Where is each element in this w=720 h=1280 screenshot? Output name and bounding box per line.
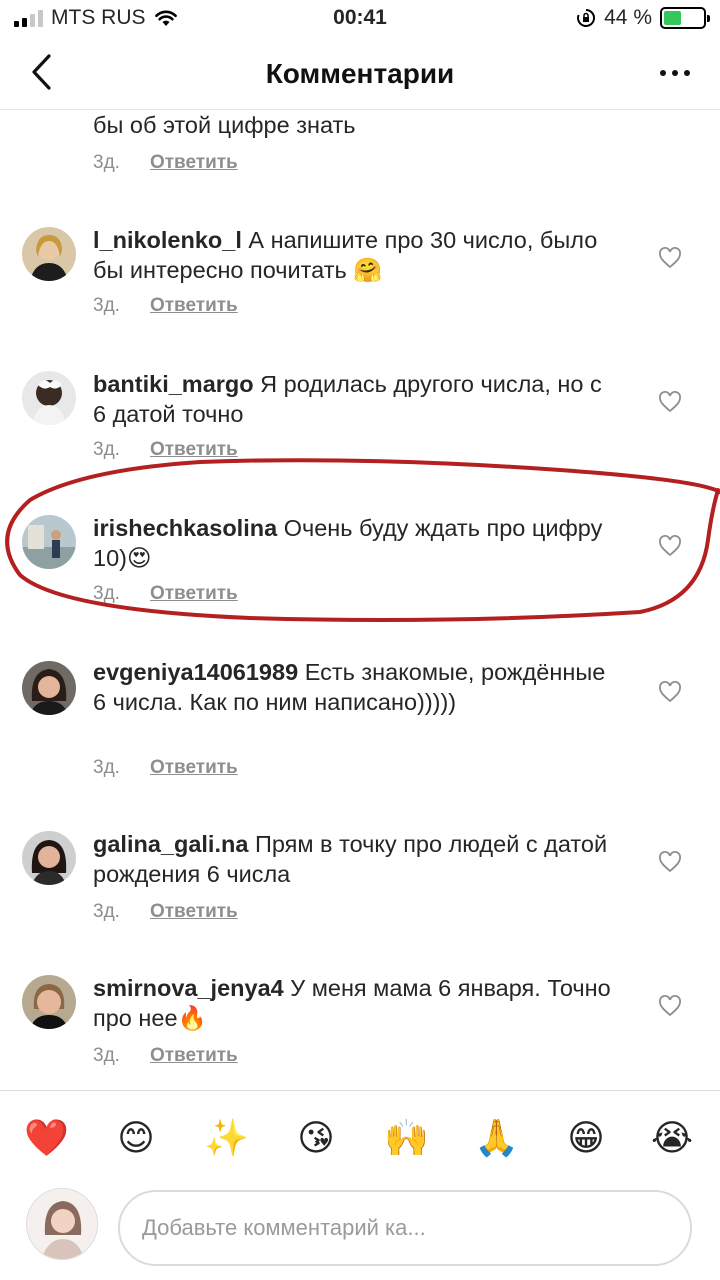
reply-button[interactable]: Ответить — [150, 1045, 238, 1067]
comment-meta: 3д. Ответить — [93, 757, 238, 779]
comment-time: 3д. — [93, 901, 120, 922]
kiss-emoji-button[interactable]: 😘 — [294, 1117, 338, 1161]
status-bar: MTS RUS 00:41 44 % — [0, 0, 720, 38]
comment-time: 3д. — [93, 152, 120, 173]
comment-input[interactable] — [118, 1190, 692, 1266]
like-heart-icon[interactable] — [658, 995, 682, 1017]
current-user-avatar — [26, 1188, 98, 1260]
comment-meta: 3д. Ответить — [93, 152, 238, 174]
comment-time: 3д. — [93, 439, 120, 460]
comment-username[interactable]: smirnova_jenya4 — [93, 975, 284, 1001]
like-heart-icon[interactable] — [658, 391, 682, 413]
comment-meta: 3д. Ответить — [93, 439, 238, 461]
comment-text: smirnova_jenya4 У меня мама 6 января. То… — [93, 973, 613, 1033]
like-heart-icon[interactable] — [658, 535, 682, 557]
comment-meta: 3д. Ответить — [93, 901, 238, 923]
comment-meta: 3д. Ответить — [93, 295, 238, 317]
avatar[interactable] — [22, 661, 76, 715]
sparkles-emoji-button[interactable]: ✨ — [204, 1117, 249, 1161]
comment-username[interactable]: l_nikolenko_l — [93, 227, 242, 253]
reply-button[interactable]: Ответить — [150, 152, 238, 174]
reply-button[interactable]: Ответить — [150, 295, 238, 317]
pray-emoji-button[interactable]: 🙏 — [474, 1117, 519, 1161]
status-right: 44 % — [576, 6, 710, 30]
comment-username[interactable]: evgeniya14061989 — [93, 659, 298, 685]
comment-text: evgeniya14061989 Есть знакомые, рождённы… — [93, 657, 613, 717]
comment-text: galina_gali.na Прям в точку про людей с … — [93, 829, 613, 889]
heart-emoji-button[interactable]: ❤️ — [24, 1117, 69, 1161]
like-heart-icon[interactable] — [658, 247, 682, 269]
avatar[interactable] — [22, 831, 76, 885]
comment-text: irishechkasolina Очень буду ждать про ци… — [93, 513, 613, 573]
comment-time: 3д. — [93, 1045, 120, 1066]
comments-list[interactable]: бы об этой цифре знать 3д. Ответить l_ni… — [0, 111, 720, 1089]
rotation-lock-icon — [577, 9, 596, 27]
battery-percent: 44 % — [604, 6, 652, 29]
page-title: Комментарии — [265, 58, 455, 89]
comment-composer — [0, 1188, 720, 1280]
comment-meta: 3д. Ответить — [93, 1045, 238, 1067]
like-heart-icon[interactable] — [658, 851, 682, 873]
comment-text: бы об этой цифре знать — [93, 112, 356, 138]
reply-button[interactable]: Ответить — [150, 583, 238, 605]
comment-text: bantiki_margo Я родилась другого числа, … — [93, 369, 613, 429]
comment-username[interactable]: irishechkasolina — [93, 515, 277, 541]
like-heart-icon[interactable] — [658, 681, 682, 703]
reply-button[interactable]: Ответить — [150, 439, 238, 461]
grin-emoji-button[interactable]: 😁 — [564, 1117, 608, 1161]
comment-text: l_nikolenko_l А напишите про 30 число, б… — [93, 225, 613, 285]
comment-username[interactable]: bantiki_margo — [93, 371, 254, 397]
emoji-quick-reply-bar: ❤️ 😊 ✨ 😘 🙌 🙏 😁 😭 — [0, 1090, 720, 1182]
avatar[interactable] — [22, 371, 76, 425]
comment-time: 3д. — [93, 583, 120, 604]
more-options-icon[interactable] — [660, 70, 690, 78]
header: Комментарии — [0, 40, 720, 110]
battery-icon — [660, 7, 710, 29]
comment-meta: 3д. Ответить — [93, 583, 238, 605]
comment-username[interactable]: galina_gali.na — [93, 831, 248, 857]
avatar[interactable] — [22, 227, 76, 281]
raised-hands-emoji-button[interactable]: 🙌 — [384, 1117, 429, 1161]
reply-button[interactable]: Ответить — [150, 757, 238, 779]
avatar[interactable] — [22, 515, 76, 569]
reply-button[interactable]: Ответить — [150, 901, 238, 923]
comment-time: 3д. — [93, 295, 120, 316]
avatar[interactable] — [22, 975, 76, 1029]
smile-emoji-button[interactable]: 😊 — [114, 1117, 158, 1161]
crying-emoji-button[interactable]: 😭 — [650, 1117, 694, 1161]
comment-time: 3д. — [93, 757, 120, 778]
